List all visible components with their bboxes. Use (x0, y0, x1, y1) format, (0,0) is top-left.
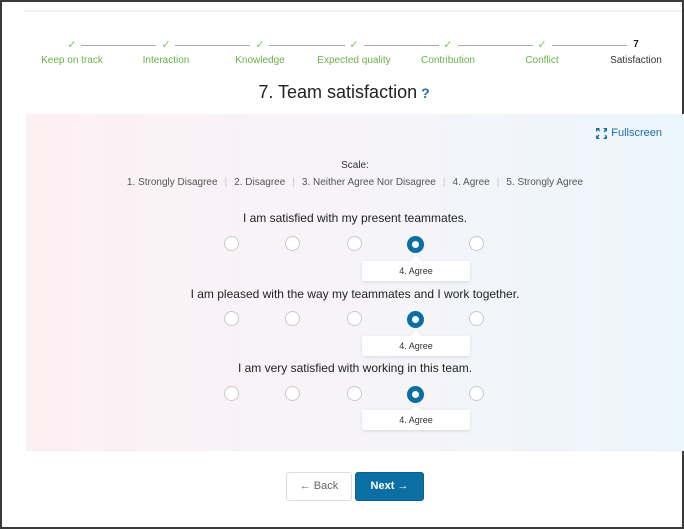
radio-option-5[interactable] (469, 236, 484, 251)
step-number: 7 (633, 39, 639, 50)
radio-option-3[interactable] (347, 311, 362, 326)
radio-option-5[interactable] (469, 311, 484, 326)
selected-answer-label: 4. Agree (362, 405, 470, 430)
radio-option-1[interactable] (224, 386, 239, 401)
question-text: I am pleased with the way my teammates a… (190, 287, 520, 301)
selected-answer-label: 4. Agree (362, 331, 470, 356)
radio-option-4[interactable] (407, 236, 424, 253)
help-icon[interactable]: ? (421, 85, 430, 101)
radio-option-2[interactable] (285, 311, 300, 326)
scale-option: 3. Neither Agree Nor Disagree (301, 177, 436, 188)
page-frame: ✓ Keep on track ✓ Interaction ✓ Knowledg… (0, 0, 684, 529)
scale-option: 2. Disagree (234, 177, 286, 188)
radio-option-5[interactable] (469, 386, 484, 401)
step-satisfaction: 7 Satisfaction (581, 38, 684, 66)
scale-option: 5. Strongly Agree (506, 177, 584, 188)
radio-option-3[interactable] (347, 236, 362, 251)
selected-answer-label: 4. Agree (362, 256, 470, 281)
scale-separator: | (496, 177, 500, 188)
fullscreen-button[interactable]: Fullscreen (596, 127, 662, 139)
likert-radio-group (26, 386, 684, 404)
expand-icon (596, 127, 608, 139)
next-button[interactable]: Next → (355, 472, 424, 501)
likert-radio-group (26, 236, 684, 254)
survey-panel: Fullscreen Scale: 1. Strongly Disagree | 2… (26, 114, 684, 450)
likert-radio-group (26, 311, 684, 329)
progress-stepper: ✓ Keep on track ✓ Interaction ✓ Knowledg… (2, 38, 684, 74)
question-text: I am very satisfied with working in this… (237, 361, 473, 375)
question-text: I am satisfied with my present teammates… (242, 211, 468, 225)
radio-option-2[interactable] (285, 386, 300, 401)
radio-option-2[interactable] (285, 236, 300, 251)
back-button[interactable]: ← Back (286, 472, 352, 501)
radio-option-4[interactable] (407, 386, 424, 403)
panel-bottom-divider (26, 450, 684, 451)
scale-separator: | (292, 177, 295, 188)
step-label: Satisfaction (610, 55, 662, 66)
top-divider (24, 10, 682, 12)
page-title-text: 7. Team satisfaction (258, 82, 418, 102)
radio-option-3[interactable] (347, 386, 362, 401)
page-title: 7. Team satisfaction? (2, 82, 684, 103)
fullscreen-label: Fullscreen (611, 127, 662, 139)
radio-option-1[interactable] (224, 311, 239, 326)
scale-option: 1. Strongly Disagree (126, 177, 218, 188)
scale-legend: 1. Strongly Disagree | 2. Disagree | 3. Neit… (26, 177, 684, 188)
scale-separator: | (442, 177, 446, 188)
scale-title: Scale: (341, 160, 369, 171)
radio-option-1[interactable] (224, 236, 239, 251)
scale-option: 4. Agree (452, 177, 490, 188)
scale-separator: | (224, 177, 228, 188)
radio-option-4[interactable] (407, 311, 424, 328)
